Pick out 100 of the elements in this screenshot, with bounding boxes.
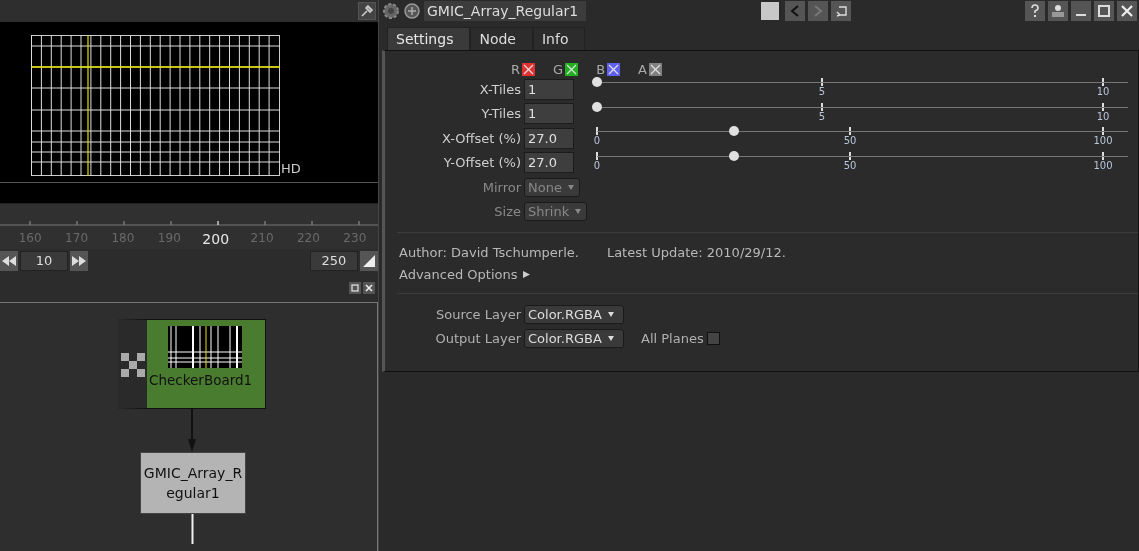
close-button[interactable] bbox=[363, 281, 375, 294]
chevron-right-icon bbox=[812, 5, 823, 17]
channel-checkbox[interactable] bbox=[648, 62, 662, 76]
frame-label: 170 bbox=[64, 231, 89, 247]
fast-forward-button[interactable] bbox=[70, 251, 88, 271]
dropdown[interactable]: Color.RGBA bbox=[524, 328, 624, 348]
fast-forward-icon bbox=[72, 256, 86, 266]
tick-label: 100 bbox=[1093, 135, 1113, 147]
node-label: CheckerBoard1 bbox=[149, 372, 253, 388]
channel-checkbox[interactable] bbox=[607, 62, 621, 76]
tab[interactable]: Node bbox=[470, 27, 533, 50]
pin-icon bbox=[360, 4, 374, 18]
minimize-button[interactable] bbox=[1071, 1, 1091, 21]
caret-icon bbox=[607, 335, 614, 341]
slider-thumb[interactable] bbox=[592, 101, 602, 112]
format-label: HD bbox=[281, 162, 301, 176]
slider-track[interactable]: 0 50 100 bbox=[582, 150, 1138, 175]
maximize-icon bbox=[1098, 5, 1110, 17]
connection-arrow bbox=[187, 409, 197, 452]
caret-icon bbox=[567, 184, 574, 190]
checkbox-label: All Planes bbox=[641, 330, 704, 346]
slider-thumb[interactable] bbox=[592, 77, 602, 88]
frame-step-field[interactable]: 10 bbox=[20, 251, 68, 271]
back-button[interactable] bbox=[784, 1, 805, 21]
tick-label: 10 bbox=[1096, 110, 1110, 122]
slider-track[interactable]: 0 50 100 bbox=[582, 126, 1138, 151]
slider-track[interactable]: 5 10 bbox=[582, 101, 1138, 126]
tick-label: 50 bbox=[843, 159, 857, 171]
channel-label: A bbox=[638, 61, 647, 77]
channel-label: R bbox=[511, 61, 521, 77]
caret-icon bbox=[575, 209, 582, 215]
tick-label: 0 bbox=[593, 135, 601, 147]
plus-circle-icon[interactable] bbox=[403, 2, 421, 20]
frame-label: 180 bbox=[110, 231, 136, 247]
channel-label: B bbox=[596, 61, 606, 77]
param-label: Y-Tiles bbox=[480, 106, 522, 122]
color-swatch[interactable] bbox=[760, 2, 779, 20]
slider-thumb[interactable] bbox=[728, 126, 739, 137]
close-icon bbox=[365, 283, 373, 292]
presets-button[interactable] bbox=[1048, 1, 1068, 21]
frame-label: 230 bbox=[342, 231, 368, 247]
slider-track[interactable]: 5 10 bbox=[582, 77, 1138, 102]
frame-label: 210 bbox=[249, 231, 275, 247]
gear-icon[interactable] bbox=[382, 2, 400, 20]
dropdown[interactable]: Color.RGBA bbox=[524, 304, 624, 324]
value-field[interactable]: 1 bbox=[524, 103, 574, 125]
chevron-left-icon bbox=[789, 5, 800, 17]
triangle-icon bbox=[363, 255, 375, 267]
tab[interactable]: Settings bbox=[387, 27, 471, 50]
channel-checkbox[interactable] bbox=[522, 62, 536, 76]
channel-checkbox[interactable] bbox=[565, 62, 579, 76]
value-field[interactable]: 27.0 bbox=[524, 152, 574, 174]
connection-line bbox=[191, 514, 194, 544]
person-icon bbox=[1051, 4, 1065, 18]
update-text: Latest Update: 2010/29/12. bbox=[606, 244, 786, 260]
frame-label: 200 bbox=[201, 231, 231, 247]
advanced-options-toggle[interactable]: Advanced Options bbox=[399, 266, 518, 282]
maximize-button[interactable] bbox=[1094, 1, 1114, 21]
help-icon bbox=[1030, 4, 1040, 18]
end-frame-field[interactable]: 250 bbox=[310, 251, 358, 271]
viewer-canvas[interactable]: HD bbox=[0, 22, 378, 183]
tick-label: 50 bbox=[843, 135, 857, 147]
checker-icon bbox=[121, 353, 145, 377]
forward-button[interactable] bbox=[807, 1, 828, 21]
tick-label: 5 bbox=[818, 110, 826, 122]
node-graph-canvas[interactable]: CheckerBoard1 GMIC_Array_R egular1 bbox=[0, 302, 378, 551]
rewind-button[interactable] bbox=[0, 251, 18, 271]
param-label: Size bbox=[493, 204, 522, 220]
square-icon bbox=[351, 283, 359, 292]
value-field[interactable]: 27.0 bbox=[524, 127, 574, 149]
node-name-field[interactable]: GMIC_Array_Regular1 bbox=[424, 1, 586, 21]
expand-triangle-icon[interactable] bbox=[522, 270, 530, 278]
param-label: Y-Offset (%) bbox=[442, 155, 522, 171]
pin-button[interactable] bbox=[358, 2, 376, 20]
channel-label: G bbox=[553, 61, 564, 77]
filter-node[interactable]: GMIC_Array_R egular1 bbox=[140, 452, 246, 514]
tick-label: 5 bbox=[818, 86, 826, 98]
node-label: egular1 bbox=[166, 484, 220, 503]
range-button[interactable] bbox=[360, 251, 378, 271]
tick-label: 10 bbox=[1096, 86, 1110, 98]
help-button[interactable] bbox=[1025, 1, 1045, 21]
param-label: Mirror bbox=[481, 179, 522, 195]
param-label: Output Layer bbox=[434, 330, 522, 346]
node-label: GMIC_Array_R bbox=[143, 464, 243, 483]
undo-button[interactable] bbox=[830, 1, 851, 21]
param-label: X-Offset (%) bbox=[441, 130, 522, 146]
value-field[interactable]: 1 bbox=[524, 78, 574, 100]
frame-label: 220 bbox=[296, 231, 321, 247]
tick-label: 100 bbox=[1093, 159, 1113, 171]
param-label: Source Layer bbox=[434, 306, 522, 322]
checkbox[interactable] bbox=[706, 331, 720, 345]
close-button[interactable] bbox=[1117, 1, 1137, 21]
minimize-icon bbox=[1076, 14, 1086, 16]
float-button[interactable] bbox=[349, 281, 361, 294]
tab[interactable]: Info bbox=[532, 27, 586, 50]
slider-thumb[interactable] bbox=[728, 150, 739, 161]
frame-label: 160 bbox=[17, 231, 43, 247]
tick-label: 0 bbox=[593, 159, 601, 171]
checkerboard-node[interactable]: CheckerBoard1 bbox=[118, 319, 266, 409]
frame-label: 190 bbox=[156, 231, 182, 247]
